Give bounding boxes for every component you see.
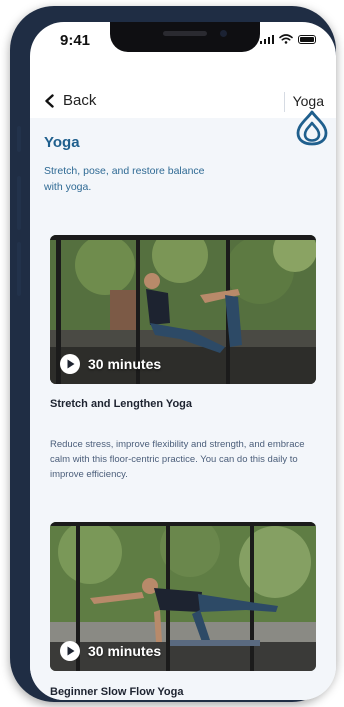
back-button[interactable]: Back <box>44 92 96 109</box>
phone-frame: 9:41 Back Yoga Yoga Stretch, pose, and r… <box>10 6 336 702</box>
nav-divider <box>284 92 285 112</box>
drop-logo-icon <box>296 110 328 146</box>
video-thumbnail[interactable]: 30 minutes <box>50 235 316 384</box>
status-time: 9:41 <box>60 32 91 49</box>
duration-text: 30 minutes <box>88 356 162 372</box>
duration-label: 30 minutes <box>60 641 161 661</box>
volume-up-button <box>17 176 21 230</box>
camera-icon <box>220 30 227 37</box>
duration-label: 30 minutes <box>60 354 161 374</box>
nav-title: Yoga <box>292 93 324 109</box>
card-title[interactable]: Stretch and Lengthen Yoga <box>50 398 192 410</box>
play-icon[interactable] <box>60 641 80 661</box>
card-description: Reduce stress, improve flexibility and s… <box>50 439 305 480</box>
volume-down-button <box>17 242 21 296</box>
back-label: Back <box>63 92 97 109</box>
page-subtitle: Stretch, pose, and restore balance with … <box>44 165 205 193</box>
notch <box>110 22 260 52</box>
screen: 9:41 Back Yoga Yoga Stretch, pose, and r… <box>30 22 336 700</box>
page-title: Yoga <box>44 134 80 151</box>
battery-icon <box>298 34 316 44</box>
speaker <box>163 31 207 36</box>
mute-switch <box>17 126 21 152</box>
card-title[interactable]: Beginner Slow Flow Yoga <box>50 686 183 698</box>
video-thumbnail[interactable]: 30 minutes <box>50 522 316 671</box>
wifi-icon <box>279 34 293 44</box>
duration-text: 30 minutes <box>88 643 162 659</box>
chevron-left-icon <box>45 93 54 108</box>
status-icons <box>259 34 316 44</box>
signal-icon <box>259 34 274 44</box>
nav-bar: Back Yoga <box>30 70 336 118</box>
play-icon[interactable] <box>60 354 80 374</box>
